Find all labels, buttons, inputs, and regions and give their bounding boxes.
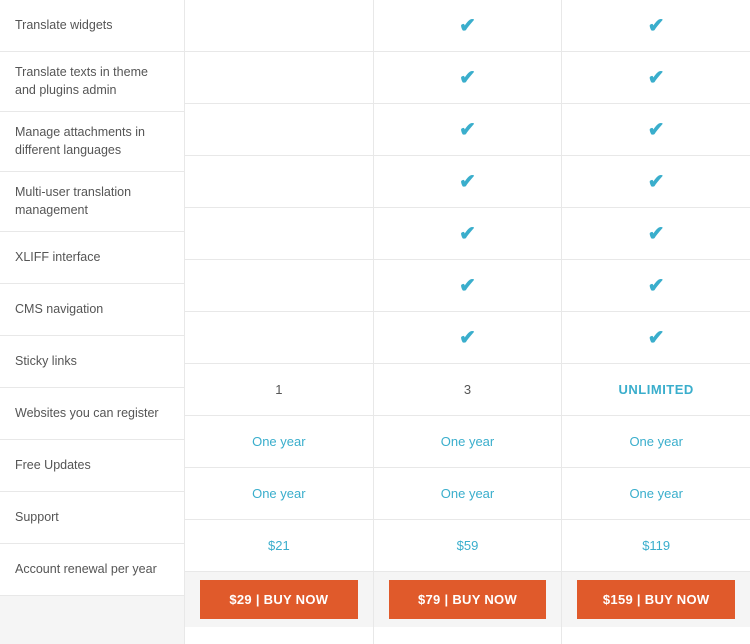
plan-plus-check-4: ✔ [374, 156, 562, 208]
plan-plus-check-5: ✔ [374, 208, 562, 260]
plan-unlimited-websites: UNLIMITED [562, 364, 750, 416]
plan-plus-check-1: ✔ [374, 0, 562, 52]
plan-basic-check-3 [185, 104, 373, 156]
feature-websites: Websites you can register [0, 388, 184, 440]
plan-unlimited-check-5: ✔ [562, 208, 750, 260]
plan-plus-renewal: $59 [374, 520, 562, 572]
plan-plus-buy-button[interactable]: $79 | BUY NOW [389, 580, 547, 619]
plan-basic-check-2 [185, 52, 373, 104]
feature-sticky-links: Sticky links [0, 336, 184, 388]
plan-unlimited-buy-cell: $159 | BUY NOW [562, 572, 750, 627]
feature-manage-attachments: Manage attachments in different language… [0, 112, 184, 172]
plan-unlimited-check-2: ✔ [562, 52, 750, 104]
plan-plus-check-2: ✔ [374, 52, 562, 104]
plan-plus: ✔ ✔ ✔ ✔ ✔ ✔ ✔ 3 One year One year $59 [374, 0, 563, 644]
feature-support: Support [0, 492, 184, 544]
plan-plus-check-7: ✔ [374, 312, 562, 364]
plan-unlimited-check-1: ✔ [562, 0, 750, 52]
plan-basic-check-5 [185, 208, 373, 260]
plan-basic-buy-button[interactable]: $29 | BUY NOW [200, 580, 358, 619]
plan-basic-check-6 [185, 260, 373, 312]
plan-plus-buy-cell: $79 | BUY NOW [374, 572, 562, 627]
feature-multi-user: Multi-user translation management [0, 172, 184, 232]
plan-unlimited-check-6: ✔ [562, 260, 750, 312]
plan-basic-websites: 1 [185, 364, 373, 416]
pricing-table: Translate widgets Translate texts in the… [0, 0, 750, 644]
plan-unlimited-buy-button[interactable]: $159 | BUY NOW [577, 580, 735, 619]
feature-translate-texts: Translate texts in theme and plugins adm… [0, 52, 184, 112]
plan-basic-free-updates: One year [185, 416, 373, 468]
plan-basic-check-7 [185, 312, 373, 364]
plan-plus-check-6: ✔ [374, 260, 562, 312]
plan-basic-buy-cell: $29 | BUY NOW [185, 572, 373, 627]
features-column: Translate widgets Translate texts in the… [0, 0, 185, 644]
feature-xliff: XLIFF interface [0, 232, 184, 284]
plan-unlimited-check-3: ✔ [562, 104, 750, 156]
plan-unlimited-renewal: $119 [562, 520, 750, 572]
plan-plus-websites: 3 [374, 364, 562, 416]
plan-plus-free-updates: One year [374, 416, 562, 468]
feature-translate-widgets: Translate widgets [0, 0, 184, 52]
feature-cms-nav: CMS navigation [0, 284, 184, 336]
plan-basic: 1 One year One year $21 $29 | BUY NOW [185, 0, 374, 644]
plan-unlimited-check-7: ✔ [562, 312, 750, 364]
feature-free-updates: Free Updates [0, 440, 184, 492]
plan-unlimited-free-updates: One year [562, 416, 750, 468]
plan-unlimited-check-4: ✔ [562, 156, 750, 208]
plan-plus-check-3: ✔ [374, 104, 562, 156]
plan-basic-support: One year [185, 468, 373, 520]
plan-unlimited-support: One year [562, 468, 750, 520]
plan-basic-check-1 [185, 0, 373, 52]
feature-btn-placeholder [0, 596, 184, 644]
plan-basic-renewal: $21 [185, 520, 373, 572]
plan-basic-check-4 [185, 156, 373, 208]
plan-plus-support: One year [374, 468, 562, 520]
plan-unlimited: ✔ ✔ ✔ ✔ ✔ ✔ ✔ UNLIMITED One year One yea… [562, 0, 750, 644]
feature-renewal: Account renewal per year [0, 544, 184, 596]
